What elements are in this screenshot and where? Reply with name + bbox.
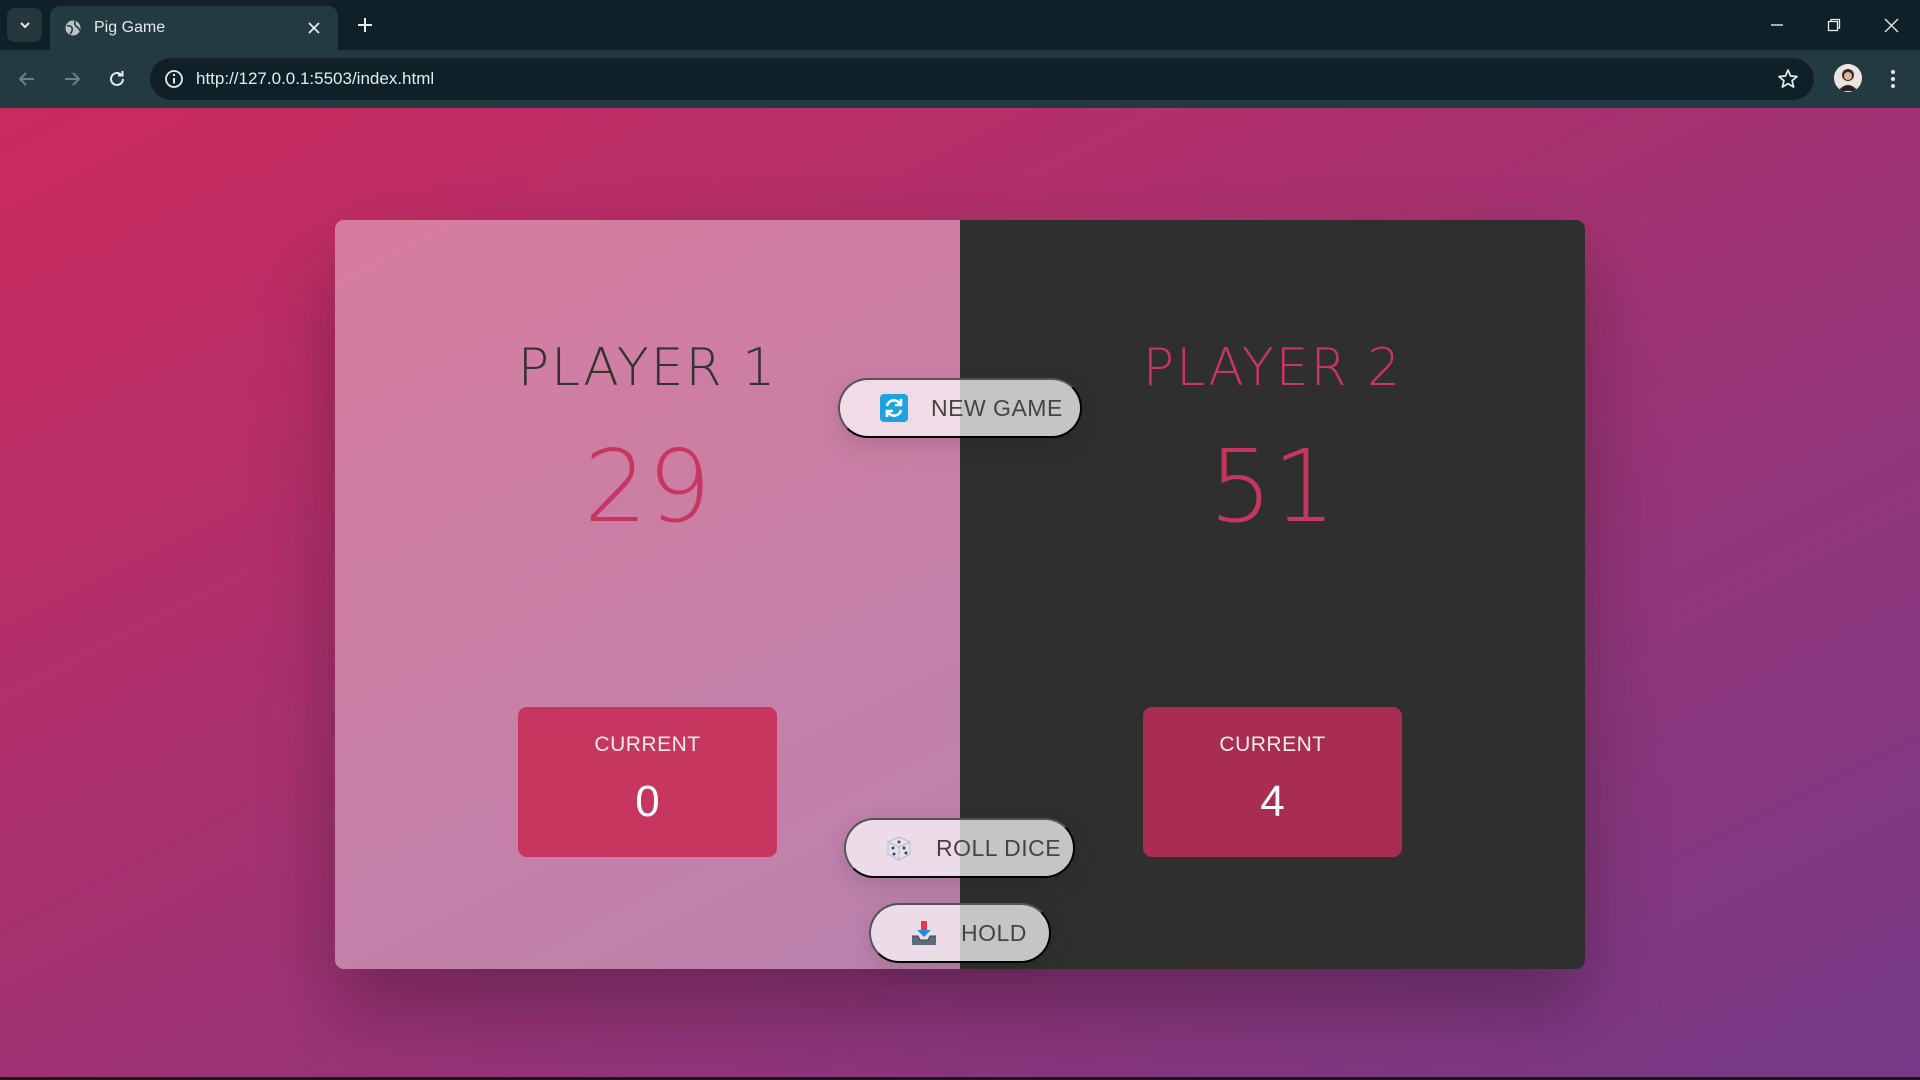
restore-icon (1827, 18, 1841, 32)
player-1-current-label: CURRENT (594, 733, 701, 756)
inbox-tray-icon (907, 916, 941, 950)
browser-menu-button[interactable] (1878, 63, 1908, 95)
close-window-button[interactable] (1876, 10, 1906, 40)
tab-pig-game[interactable]: Pig Game (50, 6, 338, 50)
refresh-icon (877, 391, 911, 425)
page-viewport: PLAYER 1 29 CURRENT 0 PLAYER 2 51 CURREN… (0, 108, 1920, 1080)
kebab-menu-icon (1891, 70, 1895, 88)
hold-button[interactable]: HOLD (869, 903, 1051, 963)
hold-label: HOLD (961, 919, 1027, 946)
avatar[interactable] (1834, 64, 1862, 92)
info-icon[interactable] (162, 67, 186, 91)
minimize-icon (1771, 24, 1783, 26)
dice-icon (882, 831, 916, 865)
close-icon[interactable] (304, 18, 324, 38)
tab-title: Pig Game (94, 19, 166, 36)
new-game-label: NEW GAME (931, 394, 1063, 421)
player-2-total-score: 51 (1208, 428, 1337, 545)
star-icon[interactable] (1776, 67, 1800, 91)
arrow-left-icon (18, 72, 34, 86)
browser-tabstrip: Pig Game (0, 0, 1920, 50)
arrow-right-icon (65, 72, 81, 86)
address-bar[interactable]: http://127.0.0.1:5503/index.html (150, 58, 1814, 100)
new-game-button[interactable]: NEW GAME (838, 378, 1082, 438)
url-text[interactable]: http://127.0.0.1:5503/index.html (196, 69, 434, 89)
minimize-button[interactable] (1762, 10, 1792, 40)
plus-icon (358, 18, 372, 32)
close-icon (1884, 18, 1898, 32)
tab-list-button[interactable] (7, 8, 42, 42)
player-1-current-box: CURRENT 0 (518, 707, 777, 857)
chevron-down-icon (19, 22, 30, 29)
reload-button[interactable] (101, 63, 133, 95)
player-2-current-score: 4 (1260, 777, 1285, 826)
roll-dice-button[interactable]: ROLL DICE (844, 818, 1075, 878)
roll-dice-label: ROLL DICE (936, 834, 1062, 861)
new-tab-button[interactable] (352, 12, 378, 38)
player-1-current-score: 0 (635, 777, 660, 826)
player-2-current-label: CURRENT (1219, 733, 1326, 756)
reload-icon (110, 71, 124, 86)
browser-toolbar: http://127.0.0.1:5503/index.html (0, 50, 1920, 108)
globe-icon (64, 19, 82, 37)
forward-button[interactable] (56, 63, 88, 95)
player-1-total-score: 29 (583, 428, 712, 545)
player-2-current-box: CURRENT 4 (1143, 707, 1402, 857)
restore-button[interactable] (1819, 10, 1849, 40)
back-button[interactable] (11, 63, 43, 95)
